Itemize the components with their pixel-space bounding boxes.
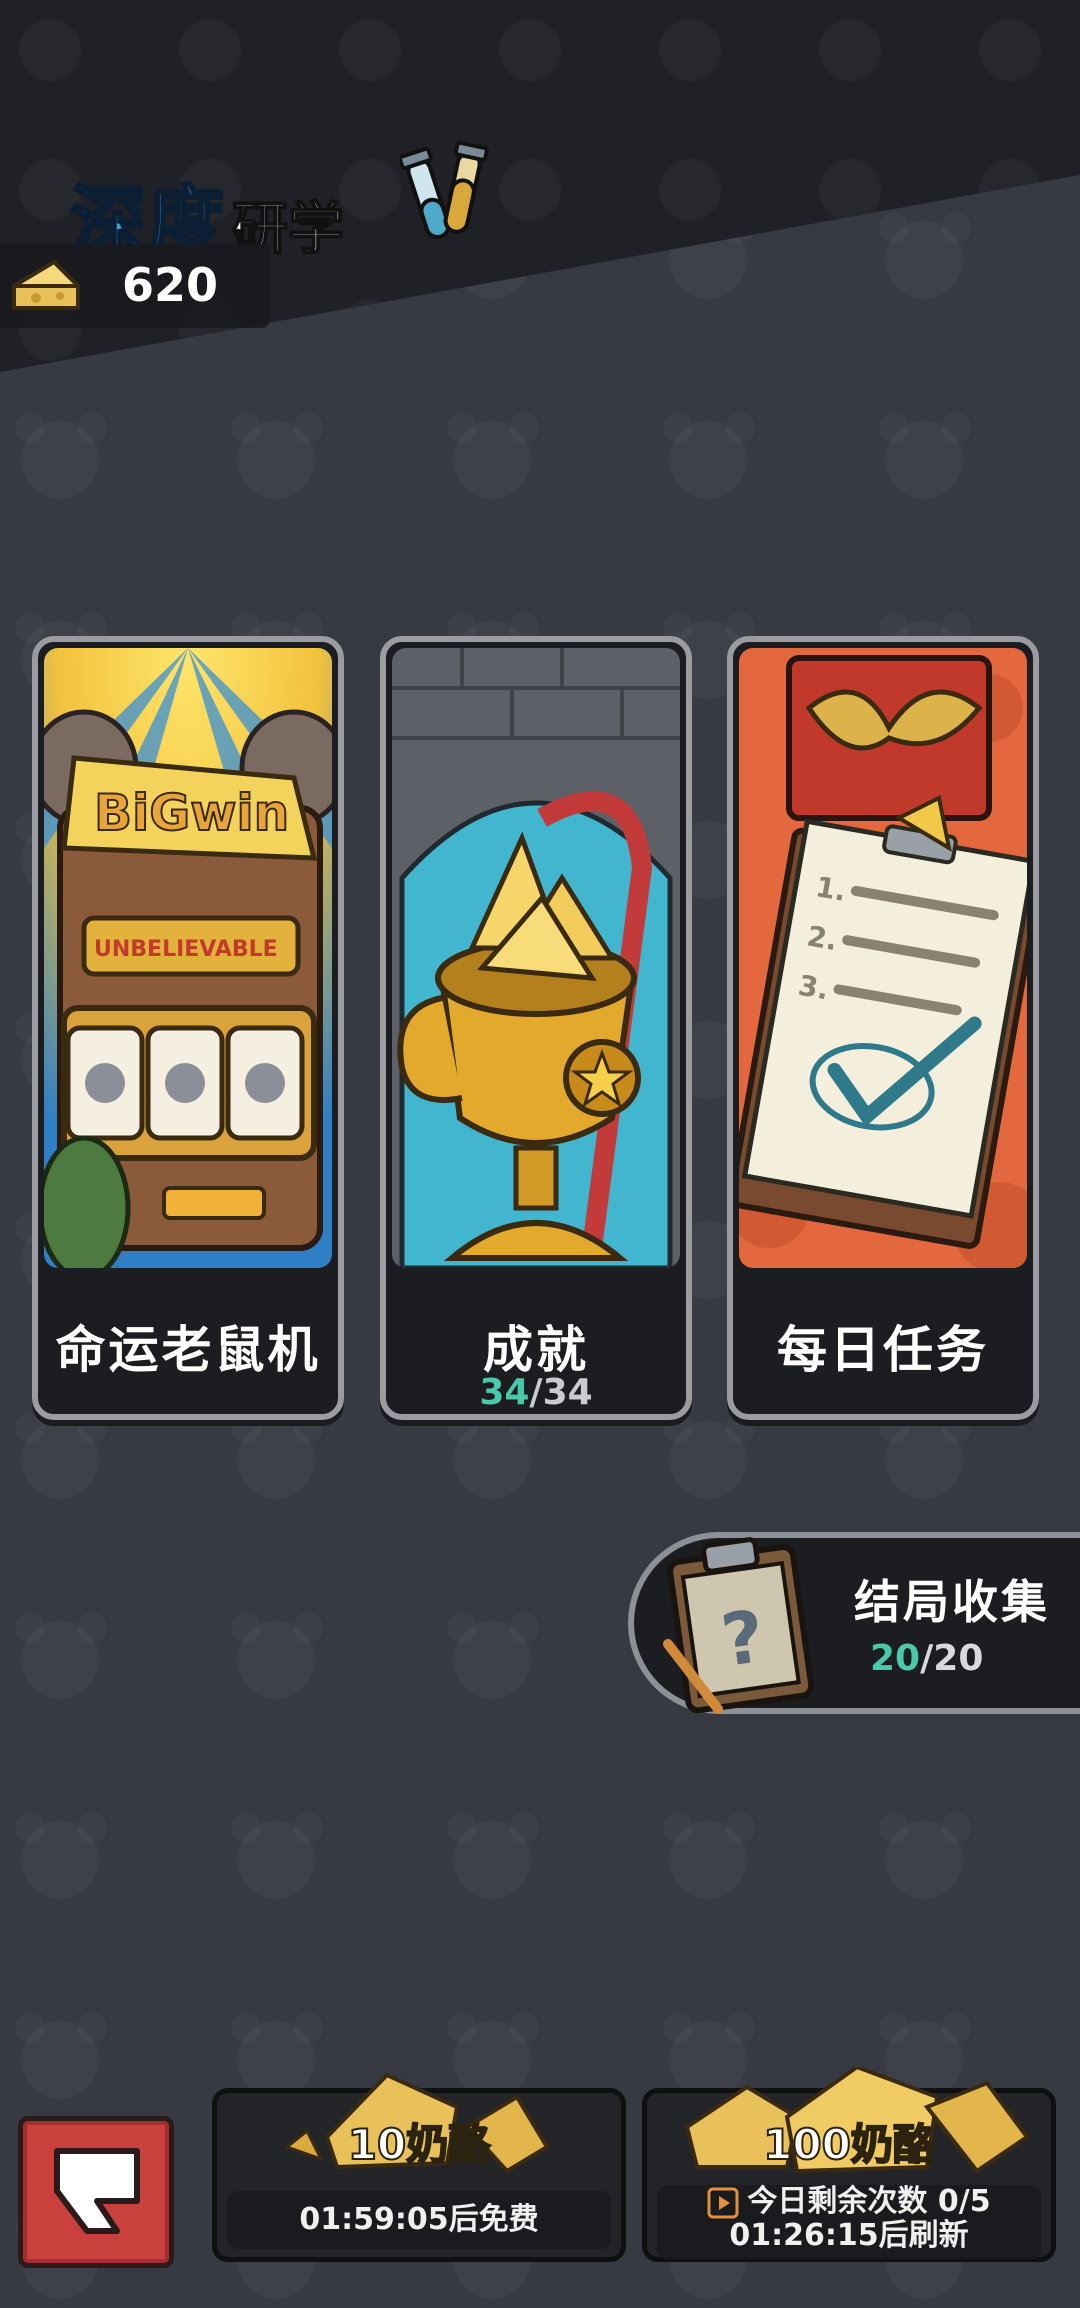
bigwin-text: BiGwin — [94, 784, 289, 842]
card-achievements[interactable]: 成就 34/34 — [380, 636, 692, 1420]
card-daily-tasks[interactable]: 1. 2. 3. 每日任务 — [727, 636, 1039, 1420]
reward-title: 10奶酪 — [347, 2119, 491, 2170]
card-fate-mouse-machine[interactable]: BiGwin UNBELIEVABLE 命运老鼠机 — [32, 636, 344, 1420]
back-icon — [54, 2148, 140, 2234]
progress-separator: / — [529, 1372, 543, 1413]
reward-title: 100奶酪 — [762, 2119, 936, 2170]
cheese-balance: 620 — [0, 244, 270, 328]
svg-text:2.: 2. — [804, 919, 839, 957]
ending-collection-label: 结局收集 — [854, 1575, 1050, 1629]
progress-current: 34 — [479, 1372, 530, 1413]
achievement-progress: 34/34 — [386, 1372, 686, 1413]
ending-collection-progress: 20/20 — [870, 1638, 983, 1679]
unbelievable-text: UNBELIEVABLE — [94, 937, 278, 962]
reward-timer: 01:59:05后免费 — [227, 2191, 611, 2249]
trophy-art — [392, 648, 680, 1268]
clipboard-question-icon: ? — [663, 1537, 815, 1714]
progress-current: 20 — [870, 1638, 921, 1679]
remaining-count: 今日剩余次数 0/5 — [747, 2184, 991, 2219]
svg-text:1.: 1. — [813, 870, 848, 908]
daily-task-art: 1. 2. 3. — [739, 648, 1027, 1268]
test-tubes-icon — [400, 140, 489, 239]
reward-info: 今日剩余次数 0/5 01:26:15后刷新 — [657, 2185, 1041, 2259]
ending-collection-button[interactable]: ? 结局收集 20/20 — [628, 1532, 1080, 1714]
card-label: 每日任务 — [777, 1321, 989, 1379]
cheese-amount: 620 — [122, 258, 219, 312]
svg-text:3.: 3. — [796, 969, 831, 1007]
slot-machine-art: BiGwin UNBELIEVABLE — [44, 648, 332, 1268]
reward-100-cheese-button[interactable]: 100奶酪 今日剩余次数 0/5 01:26:15后刷新 — [642, 2067, 1056, 2262]
cheese-icon — [12, 260, 80, 310]
progress-total: 34 — [542, 1372, 593, 1413]
refresh-timer: 01:26:15后刷新 — [729, 2218, 969, 2253]
progress-total: 20 — [933, 1638, 984, 1679]
reward-10-cheese-button[interactable]: 10奶酪 01:59:05后免费 — [212, 2072, 626, 2262]
card-label: 命运老鼠机 — [55, 1321, 321, 1379]
progress-separator: / — [920, 1638, 934, 1679]
play-icon — [707, 2187, 739, 2218]
back-button[interactable] — [18, 2116, 174, 2268]
